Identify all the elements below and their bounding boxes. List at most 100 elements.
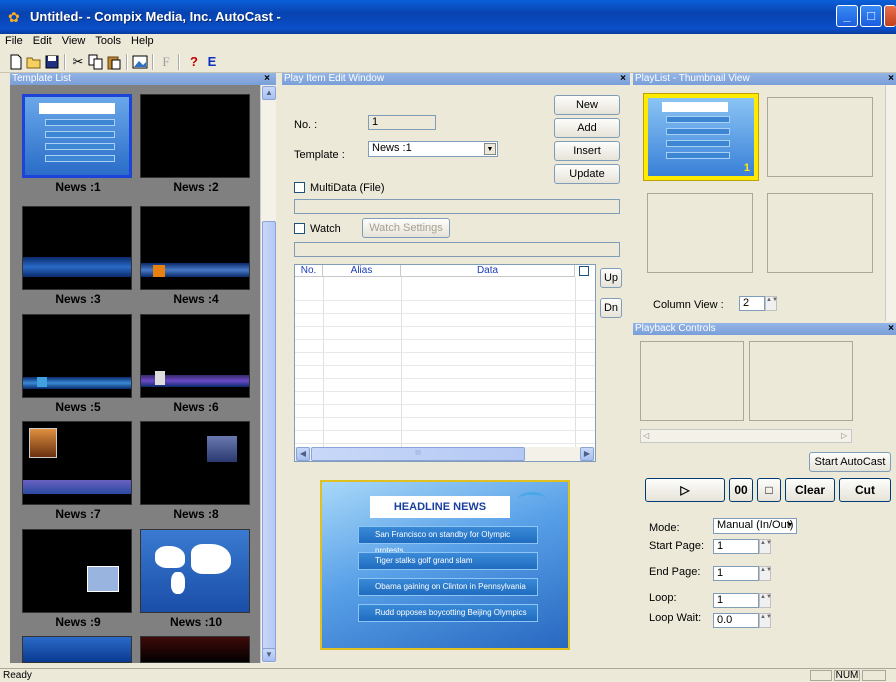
table-row[interactable] [295,393,595,405]
menu-tools[interactable]: Tools [90,34,126,47]
font-icon[interactable]: F [158,54,174,70]
template-item[interactable] [22,636,134,663]
template-item[interactable]: News :3 [22,206,134,306]
close-button[interactable] [884,5,896,27]
paste-icon[interactable] [106,54,122,70]
new-button[interactable]: New [554,95,620,115]
playback-scrollbar[interactable]: ◁ ▷ [640,429,852,443]
minimize-button[interactable]: _ [836,5,858,27]
playlist-slot[interactable] [647,193,753,273]
start-page-input[interactable]: 1 [713,539,759,554]
scroll-left-icon[interactable]: ◁ [643,431,649,440]
table-row[interactable] [295,419,595,431]
open-icon[interactable] [26,54,42,70]
copy-icon[interactable] [88,54,104,70]
new-icon[interactable] [8,54,24,70]
edit-window-close-button[interactable]: × [618,73,628,85]
scroll-thumb[interactable] [262,221,276,661]
pause-button[interactable]: 00 [729,478,753,502]
template-item[interactable]: News :4 [140,206,252,306]
maximize-button[interactable]: □ [860,5,882,27]
loop-wait-spinner[interactable]: ▲▼ [759,613,772,628]
template-item[interactable]: News :9 [22,529,134,629]
template-item[interactable]: News :8 [140,421,252,521]
table-row[interactable] [295,341,595,353]
table-row[interactable] [295,289,595,301]
table-row[interactable] [295,302,595,314]
grid-horizontal-scrollbar[interactable]: ◀ III ▶ [295,447,595,461]
column-view-input[interactable]: 2 [739,296,765,311]
playlist-thumbnail: 1 [648,98,754,176]
table-row[interactable] [295,432,595,444]
image-icon[interactable] [132,54,148,70]
scroll-down-icon[interactable]: ▼ [262,648,276,662]
template-item[interactable]: News :10 [140,529,252,629]
up-button[interactable]: Up [600,268,622,288]
scroll-up-icon[interactable]: ▲ [262,86,276,100]
table-row[interactable] [295,367,595,379]
template-item[interactable]: News :6 [140,314,252,414]
end-page-spinner[interactable]: ▲▼ [759,566,772,581]
table-row[interactable] [295,315,595,327]
scroll-right-icon[interactable]: ▷ [841,431,847,440]
start-autocast-button[interactable]: Start AutoCast [809,452,891,472]
template-item[interactable] [140,636,252,663]
insert-button[interactable]: Insert [554,141,620,161]
scroll-right-icon[interactable]: ▶ [580,447,594,461]
preview-news-item: Rudd opposes boycotting Beijing Olympics [358,604,538,622]
template-select[interactable]: News :1 ▼ [368,141,498,157]
add-button[interactable]: Add [554,118,620,138]
menu-help[interactable]: Help [126,34,159,47]
table-row[interactable] [295,406,595,418]
help-icon[interactable]: ? [186,54,202,70]
mode-select-value: Manual (In/Out) [717,519,794,531]
template-item[interactable]: News :5 [22,314,134,414]
watch-settings-button[interactable]: Watch Settings [362,218,450,238]
template-list-scrollbar[interactable]: ▲ ▼ [260,85,276,663]
menu-file[interactable]: File [0,34,28,47]
e-icon[interactable]: E [204,54,220,70]
template-list-close-button[interactable]: × [262,73,272,85]
playlist-close-button[interactable]: × [886,73,896,85]
template-item[interactable]: News :1 [22,94,134,194]
chevron-down-icon[interactable]: ▼ [785,520,795,532]
loop-wait-input[interactable]: 0.0 [713,613,759,628]
playlist-slot[interactable] [767,97,873,177]
menu-view[interactable]: View [57,34,91,47]
scroll-left-icon[interactable]: ◀ [296,447,310,461]
multidata-checkbox[interactable] [294,182,305,193]
template-item[interactable]: News :7 [22,421,134,521]
playback-close-button[interactable]: × [886,323,896,335]
loop-input[interactable]: 1 [713,593,759,608]
end-page-input[interactable]: 1 [713,566,759,581]
table-row[interactable] [295,380,595,392]
start-page-spinner[interactable]: ▲▼ [759,539,772,554]
playlist-slot[interactable] [767,193,873,273]
cut-icon[interactable]: ✂ [70,54,86,70]
grid-header-data[interactable]: Data [401,265,575,277]
chevron-down-icon[interactable]: ▼ [484,143,496,155]
grid-select-all-checkbox[interactable] [579,266,589,276]
mode-select[interactable]: Manual (In/Out) ▼ [713,518,797,534]
grid-header-alias[interactable]: Alias [323,265,401,277]
template-item[interactable]: News :2 [140,94,252,194]
update-button[interactable]: Update [554,164,620,184]
save-icon[interactable] [44,54,60,70]
clear-button[interactable]: Clear [785,478,835,502]
table-row[interactable] [295,328,595,340]
menu-edit[interactable]: Edit [28,34,57,47]
table-row[interactable] [295,354,595,366]
data-grid[interactable]: No. Alias Data ◀ III ▶ [294,264,596,462]
scroll-thumb[interactable]: III [311,447,525,461]
loop-spinner[interactable]: ▲▼ [759,593,772,608]
grid-header-no[interactable]: No. [295,265,323,277]
title-bar[interactable]: ✿ Untitled- - Compix Media, Inc. AutoCas… [0,0,896,34]
cut-button[interactable]: Cut [839,478,891,502]
stop-button[interactable]: □ [757,478,781,502]
watch-checkbox[interactable] [294,223,305,234]
play-button[interactable]: ▷ [645,478,725,502]
playlist-item-selected[interactable]: 1 [643,93,759,181]
down-button[interactable]: Dn [600,298,622,318]
column-view-spinner[interactable]: ▲▼ [765,296,778,311]
playlist-scrollbar[interactable] [885,85,896,321]
